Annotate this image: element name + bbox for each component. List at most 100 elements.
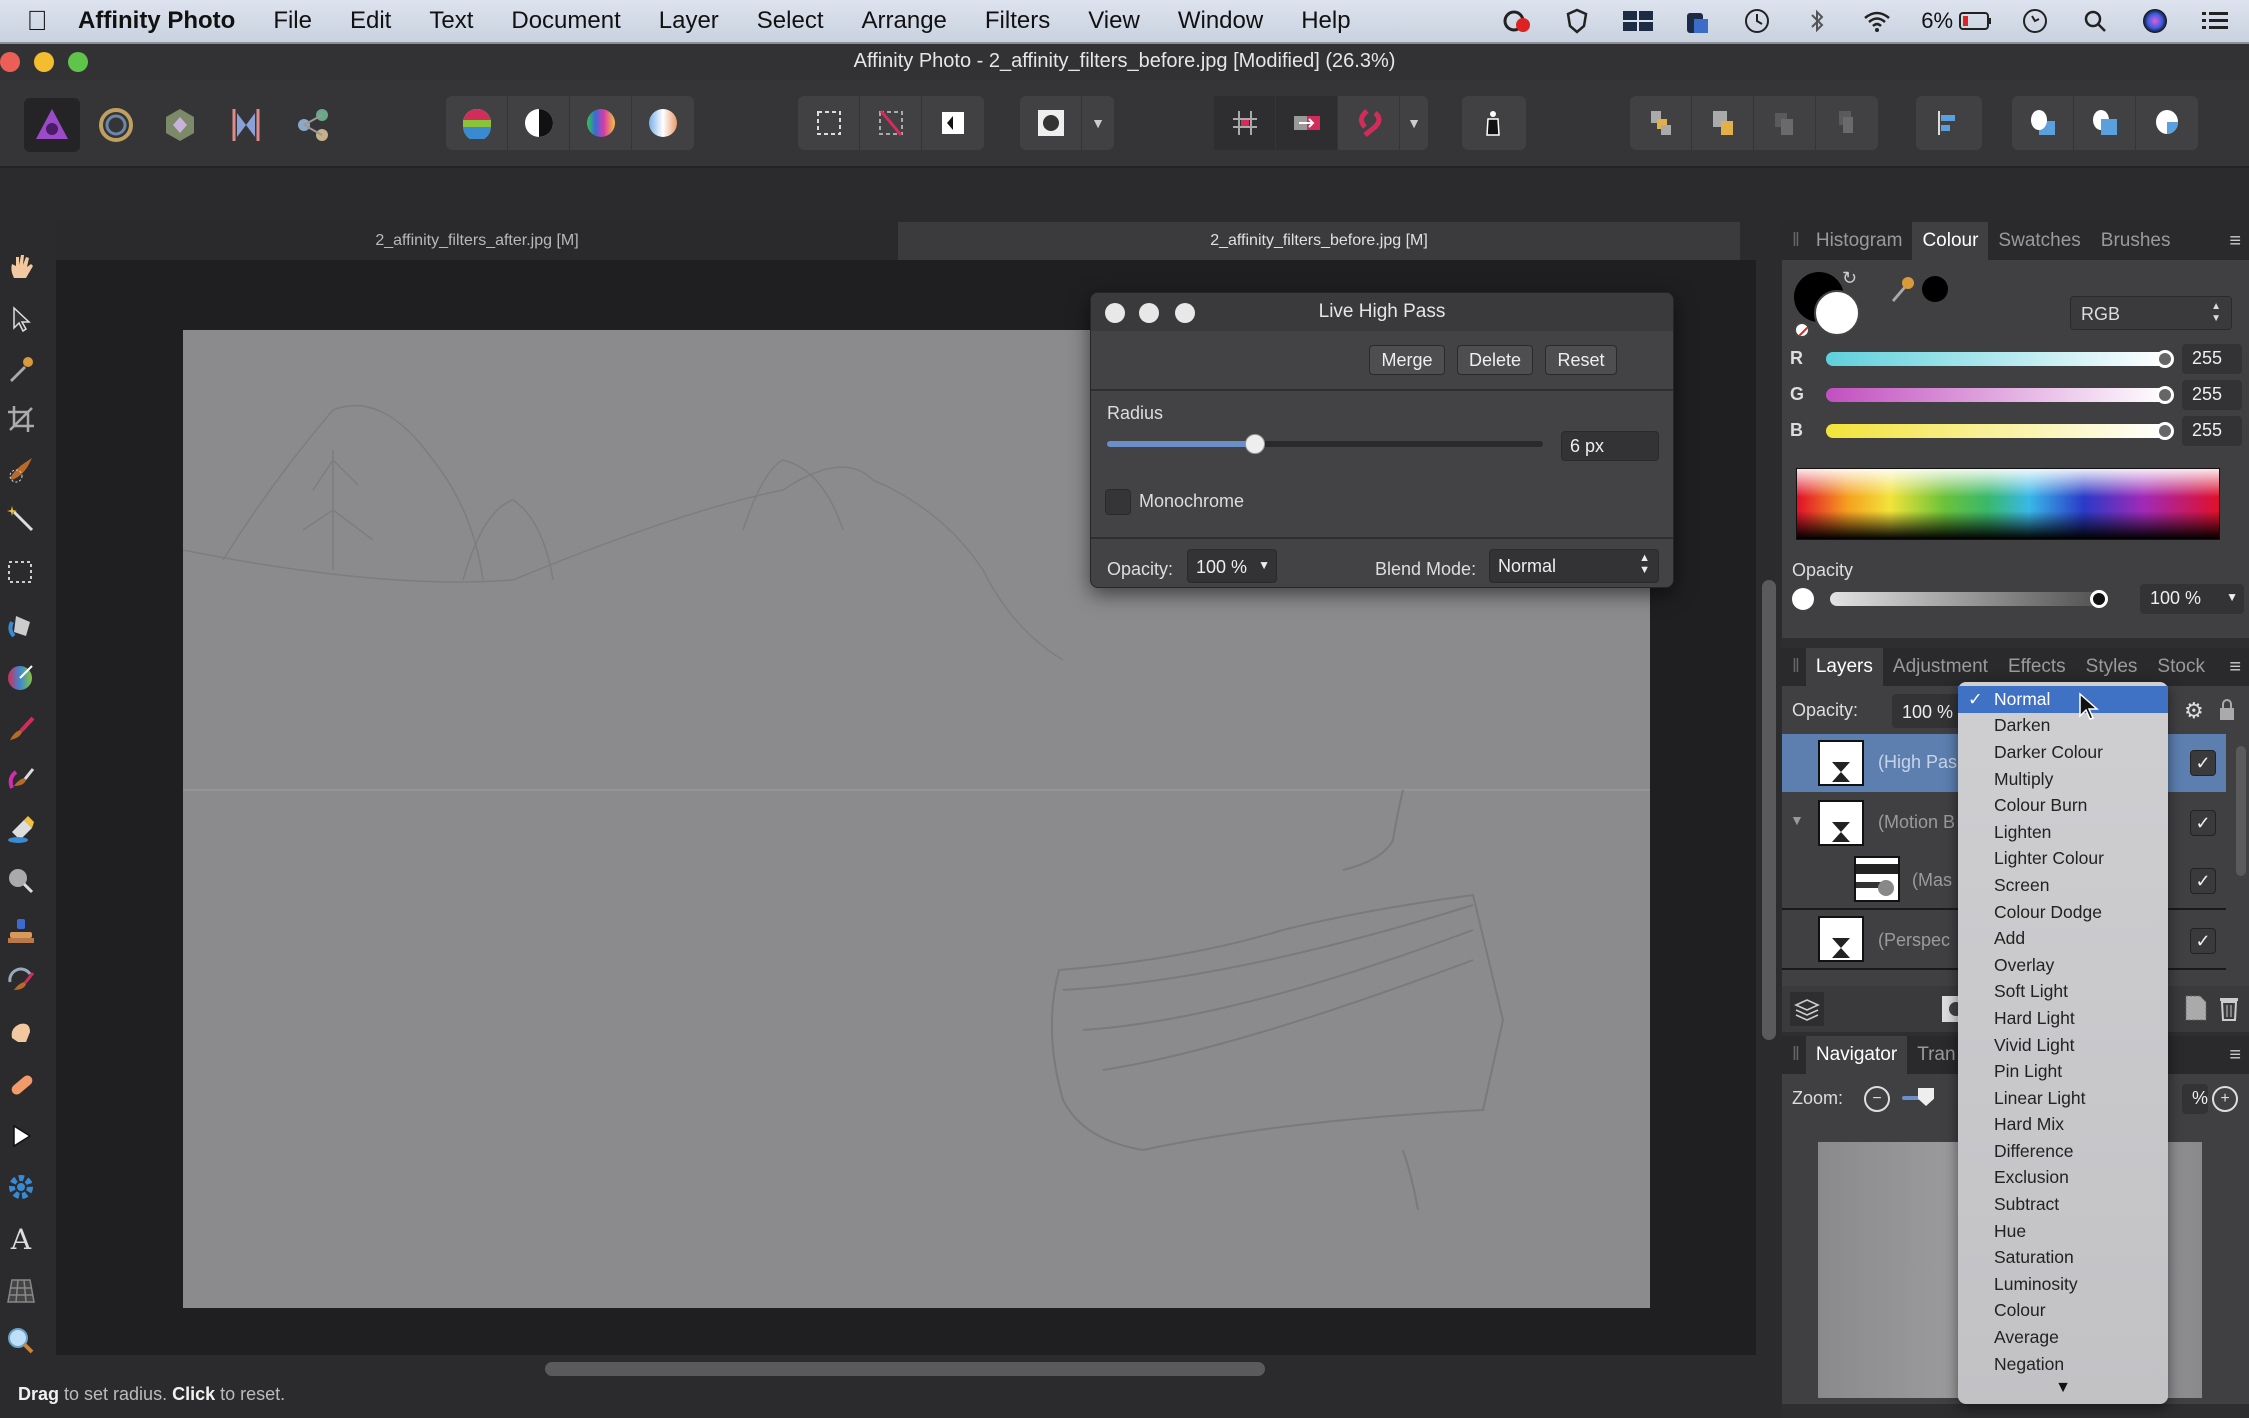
auto-colour-icon[interactable]	[570, 96, 632, 150]
zoom-tool-icon[interactable]	[4, 1324, 38, 1358]
rectangular-marquee-tool-icon[interactable]	[4, 556, 38, 590]
blend-mode-option[interactable]: Screen	[1958, 872, 2168, 899]
move-tool-icon[interactable]	[4, 302, 38, 336]
gear-icon[interactable]: ⚙	[2184, 698, 2204, 724]
colour-spectrum[interactable]	[1796, 468, 2220, 540]
creative-cloud-icon[interactable]	[1501, 7, 1533, 35]
flood-select-tool-icon[interactable]	[4, 502, 38, 536]
navigator-zoom-value[interactable]: %	[2182, 1084, 2208, 1114]
colour-replacement-tool-icon[interactable]	[4, 762, 38, 796]
zoom-in-icon[interactable]: +	[2212, 1086, 2238, 1112]
blend-mode-option[interactable]: Lighter Colour	[1958, 846, 2168, 873]
tab-layers[interactable]: Layers	[1805, 648, 1883, 686]
layers-scrollbar[interactable]	[2236, 746, 2246, 876]
lock-icon[interactable]	[2218, 698, 2236, 727]
tab-styles[interactable]: Styles	[2076, 648, 2148, 686]
blend-mode-option[interactable]: Darker Colour	[1958, 739, 2168, 766]
blend-mode-option[interactable]: ✓ Normal	[1958, 686, 2168, 713]
channel-g-thumb[interactable]	[2156, 386, 2174, 404]
siri-icon[interactable]	[2139, 7, 2171, 35]
panel-grip-icon[interactable]: ‖	[1782, 656, 1806, 678]
menu-help[interactable]: Help	[1301, 7, 1350, 35]
menu-file[interactable]: File	[273, 7, 312, 35]
colour-opacity-value[interactable]: 100 % ▼	[2140, 584, 2244, 614]
blend-mode-option[interactable]: Difference	[1958, 1138, 2168, 1165]
menu-text[interactable]: Text	[429, 7, 473, 35]
blend-mode-option[interactable]: Colour Dodge	[1958, 899, 2168, 926]
channel-b-thumb[interactable]	[2156, 422, 2174, 440]
node-tool-icon[interactable]	[4, 1120, 38, 1154]
marquee-selection-icon[interactable]	[798, 96, 860, 150]
delete-button[interactable]: Delete	[1457, 345, 1533, 375]
blend-mode-option[interactable]: Hard Mix	[1958, 1112, 2168, 1139]
tab-swatches[interactable]: Swatches	[1988, 222, 2090, 260]
no-fill-icon[interactable]	[1794, 322, 1810, 338]
battery-percentage[interactable]: 6%	[1921, 8, 1953, 34]
layer-visibility-checkbox[interactable]: ✓	[2190, 868, 2216, 894]
undo-brush-tool-icon[interactable]	[4, 964, 38, 998]
artistic-text-tool-icon[interactable]: A	[4, 1222, 38, 1256]
auto-white-balance-icon[interactable]	[632, 96, 694, 150]
blend-mode-option[interactable]: Negation	[1958, 1351, 2168, 1378]
panel-grip-icon[interactable]: ‖	[1782, 230, 1806, 252]
shape-tool-icon[interactable]	[4, 1170, 38, 1204]
tab-brushes[interactable]: Brushes	[2091, 222, 2181, 260]
auto-levels-icon[interactable]	[446, 96, 508, 150]
crop-tool-icon[interactable]	[4, 402, 38, 436]
radius-slider-thumb[interactable]	[1245, 434, 1266, 454]
colour-opacity-slider[interactable]	[1830, 592, 2100, 606]
navigator-zoom-thumb[interactable]	[1918, 1088, 1934, 1106]
quick-mask-dropdown-icon[interactable]: ▼	[1082, 96, 1114, 150]
blend-mode-option[interactable]: Hard Light	[1958, 1005, 2168, 1032]
snapping-dropdown-icon[interactable]: ▼	[1400, 96, 1428, 150]
paint-brush-tool-icon[interactable]	[4, 712, 38, 746]
invert-selection-icon[interactable]	[922, 96, 984, 150]
tab-histogram[interactable]: Histogram	[1806, 222, 1913, 260]
colour-opacity-thumb[interactable]	[2090, 590, 2108, 608]
tab-navigator[interactable]: Navigator	[1805, 1036, 1908, 1074]
smudge-tool-icon[interactable]	[4, 1016, 38, 1050]
panel-menu-icon[interactable]: ≡	[2229, 656, 2241, 679]
tab-colour[interactable]: Colour	[1912, 222, 1989, 260]
spotlight-search-icon[interactable]	[2079, 7, 2111, 35]
panel-menu-icon[interactable]: ≡	[2229, 1044, 2241, 1067]
assistant-icon[interactable]	[1462, 96, 1524, 150]
tab-effects[interactable]: Effects	[1998, 648, 2076, 686]
monochrome-checkbox[interactable]	[1105, 489, 1131, 515]
menu-view[interactable]: View	[1088, 7, 1140, 35]
blend-mode-select[interactable]: Normal ▲ ▼	[1489, 549, 1659, 583]
liquify-persona-icon[interactable]	[88, 98, 144, 152]
clock-icon[interactable]	[2019, 7, 2051, 35]
battery-icon[interactable]	[1959, 7, 1991, 35]
blend-mode-option[interactable]: Vivid Light	[1958, 1032, 2168, 1059]
move-forward-icon[interactable]	[1692, 96, 1754, 150]
channel-b-value[interactable]: 255	[2182, 416, 2242, 446]
bluetooth-icon[interactable]	[1801, 7, 1833, 35]
grid-icon[interactable]	[1214, 96, 1276, 150]
layer-visibility-checkbox[interactable]: ✓	[2190, 928, 2216, 954]
gradient-tool-icon[interactable]	[4, 660, 38, 694]
blend-mode-option[interactable]: Soft Light	[1958, 979, 2168, 1006]
swap-colours-icon[interactable]: ↻	[1842, 268, 1857, 289]
blend-mode-option[interactable]: Luminosity	[1958, 1271, 2168, 1298]
channel-r-slider[interactable]	[1826, 352, 2166, 366]
tab-transform[interactable]: Tran	[1907, 1036, 1965, 1074]
opacity-dropdown[interactable]: 100 % ▼	[1187, 549, 1277, 583]
layer-visibility-checkbox[interactable]: ✓	[2190, 750, 2216, 776]
blend-mode-option[interactable]: Lighten	[1958, 819, 2168, 846]
time-machine-icon[interactable]	[1741, 7, 1773, 35]
wifi-icon[interactable]	[1861, 7, 1893, 35]
blend-mode-option[interactable]: Overlay	[1958, 952, 2168, 979]
blend-mode-option[interactable]: Colour	[1958, 1298, 2168, 1325]
colour-picker-tool-icon[interactable]	[4, 352, 38, 386]
menu-select[interactable]: Select	[757, 7, 824, 35]
move-to-back-icon[interactable]	[1754, 96, 1816, 150]
horizontal-scrollbar[interactable]	[545, 1362, 1265, 1376]
layers-stack-icon[interactable]	[1790, 992, 1824, 1026]
photo-persona-icon[interactable]	[24, 98, 80, 152]
blend-mode-option[interactable]: Average	[1958, 1324, 2168, 1351]
layer-visibility-checkbox[interactable]: ✓	[2190, 810, 2216, 836]
new-pixel-layer-icon[interactable]	[2184, 994, 2208, 1027]
deselect-icon[interactable]	[860, 96, 922, 150]
expand-triangle-icon[interactable]: ▼	[1790, 812, 1804, 828]
